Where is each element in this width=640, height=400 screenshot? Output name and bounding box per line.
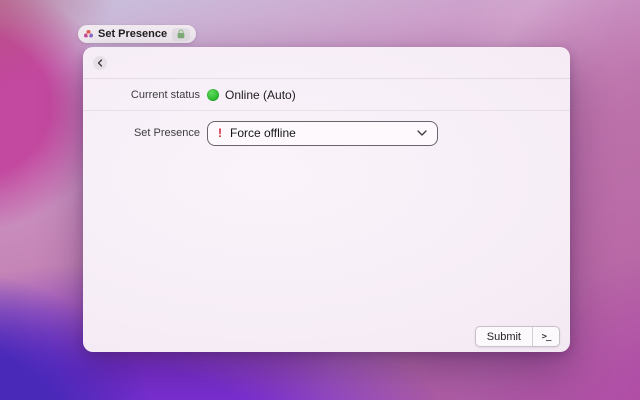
current-status-row: Current status Online (Auto) <box>83 79 570 111</box>
terminal-button[interactable]: >_ <box>532 327 559 346</box>
set-presence-window: Current status Online (Auto) Set Presenc… <box>83 47 570 352</box>
chevron-left-icon <box>97 59 103 67</box>
presence-selected-option: Force offline <box>230 126 296 140</box>
current-status-label: Current status <box>130 88 200 101</box>
set-presence-label: Set Presence <box>133 127 200 139</box>
window-header <box>83 47 570 79</box>
chevron-down-icon <box>417 130 427 136</box>
submit-button[interactable]: Submit <box>476 327 532 346</box>
presence-dropdown[interactable]: ! Force offline <box>207 120 438 146</box>
window-title: Set Presence <box>98 28 168 40</box>
back-button[interactable] <box>93 56 107 70</box>
online-status-dot-icon <box>207 88 219 101</box>
terminal-prompt-icon: >_ <box>541 331 552 342</box>
flower-favicon-icon <box>84 29 93 37</box>
lock-chip <box>172 27 191 41</box>
window-title-pill: Set Presence <box>78 25 197 43</box>
set-presence-row: Set Presence ! Force offline <box>83 110 570 156</box>
current-status-text: Online (Auto) <box>225 87 296 102</box>
lock-icon <box>177 29 185 39</box>
submit-button-group: Submit >_ <box>474 326 560 347</box>
desktop-wallpaper: Set Presence Current status Online (Auto… <box>0 0 640 400</box>
warning-icon: ! <box>218 126 222 140</box>
current-status-value: Online (Auto) <box>207 88 296 102</box>
